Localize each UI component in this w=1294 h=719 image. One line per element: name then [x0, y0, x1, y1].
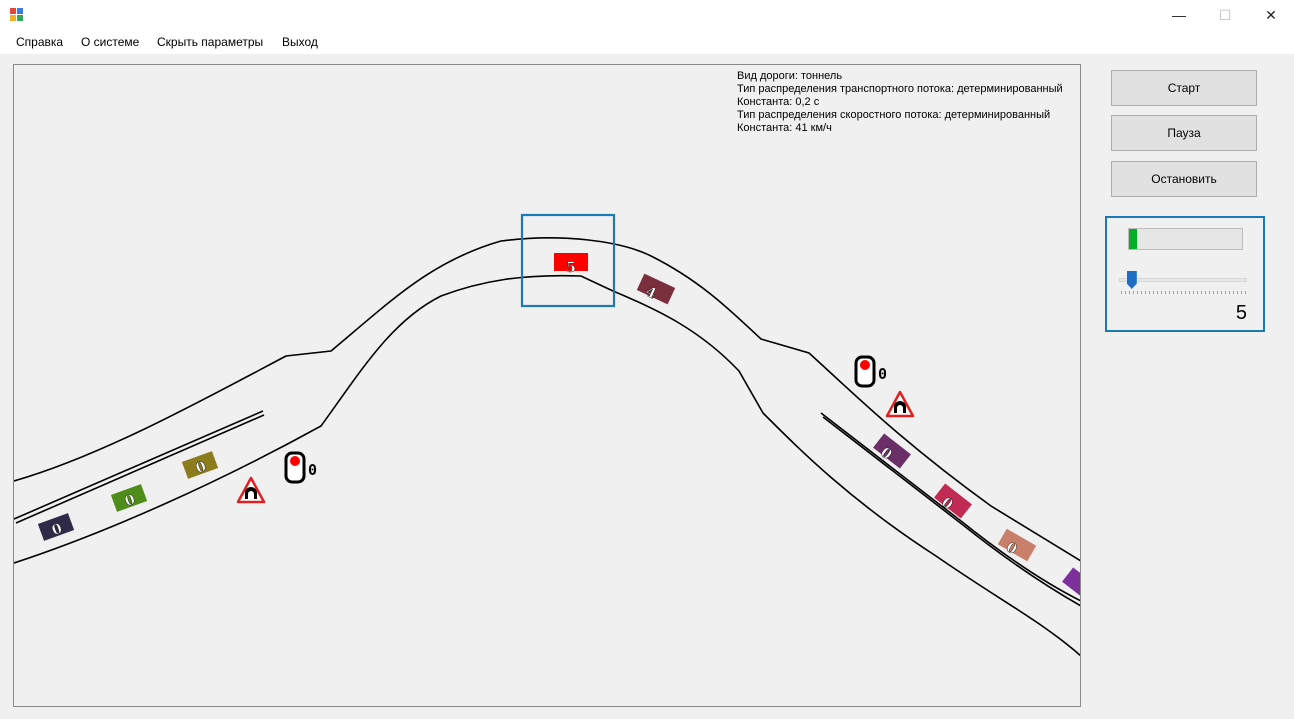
- road-edges: [14, 237, 1080, 657]
- close-icon[interactable]: ✕: [1248, 0, 1294, 30]
- title-bar: — ☐ ✕: [0, 0, 1294, 30]
- car[interactable]: 5: [554, 253, 588, 276]
- svg-text:0: 0: [878, 365, 887, 383]
- car[interactable]: 0: [995, 528, 1037, 566]
- stop-button[interactable]: Остановить: [1111, 161, 1257, 197]
- menu-about[interactable]: О системе: [81, 35, 139, 49]
- traffic-light: 0: [284, 451, 317, 484]
- start-button[interactable]: Старт: [1111, 70, 1257, 106]
- pause-button[interactable]: Пауза: [1111, 115, 1257, 151]
- speed-slider-thumb[interactable]: [1126, 271, 1137, 289]
- minimize-icon[interactable]: —: [1156, 0, 1202, 30]
- tunnel-warning-icon: [236, 476, 266, 504]
- slider-ticks: [1121, 291, 1246, 294]
- simulation-canvas: Вид дороги: тоннель Тип распределения тр…: [13, 64, 1081, 707]
- tunnel-warning-icon: [885, 390, 915, 418]
- svg-text:0: 0: [308, 461, 317, 479]
- car[interactable]: 0: [181, 451, 219, 481]
- svg-text:5: 5: [566, 260, 576, 276]
- maximize-icon[interactable]: ☐: [1202, 0, 1248, 30]
- menu-bar: Справка О системе Скрыть параметры Выход: [0, 30, 1294, 54]
- app-icon: [10, 8, 24, 22]
- car[interactable]: 0: [37, 513, 75, 543]
- traffic-light: 0: [854, 355, 887, 388]
- car[interactable]: 0: [110, 484, 148, 514]
- progress-bar: [1128, 228, 1243, 250]
- menu-help[interactable]: Справка: [16, 35, 63, 49]
- menu-hide-params[interactable]: Скрыть параметры: [157, 35, 263, 49]
- road-scene: 0 0 0 5 4 0 0 0 0 0: [14, 213, 1080, 657]
- speed-panel: 5: [1105, 216, 1265, 332]
- progress-fill: [1129, 229, 1137, 249]
- speed-slider-track[interactable]: [1119, 278, 1247, 282]
- speed-value: 5: [1235, 302, 1247, 324]
- menu-exit[interactable]: Выход: [282, 35, 318, 49]
